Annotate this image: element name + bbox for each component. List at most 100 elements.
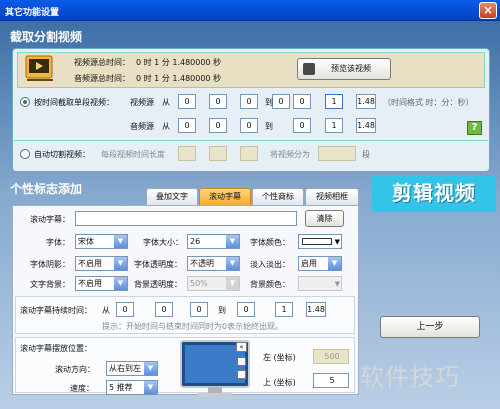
video-from-h[interactable]: 0 <box>178 94 196 109</box>
font-color-picker[interactable]: ▼ <box>298 234 342 249</box>
video-src-label: 视频源 <box>130 98 154 107</box>
dur-from-h[interactable]: 0 <box>116 302 134 317</box>
dur-from-s[interactable]: 0 <box>190 302 208 317</box>
auto-cut-label: 自动切割视频： <box>34 150 90 159</box>
video-to-label: 到 <box>265 98 273 107</box>
duration-hint: 提示：开始时间与结束时间同时为0表示始终出现。 <box>102 322 284 331</box>
video-to-m[interactable]: 1 <box>325 94 343 109</box>
chevron-down-icon: ▼ <box>328 257 341 270</box>
title-bar: 其它功能设置 × <box>0 0 500 21</box>
preview-video-button[interactable]: 预览该视频 <box>297 58 391 80</box>
radio-time-cut[interactable] <box>20 97 30 107</box>
video-file-icon <box>25 55 55 81</box>
collapse-icon[interactable]: « <box>236 342 247 352</box>
chevron-down-icon: ▼ <box>334 280 340 288</box>
audio-to-s[interactable]: 1.48 <box>356 118 376 133</box>
video-from-m[interactable]: 0 <box>209 94 227 109</box>
color-swatch <box>302 238 332 245</box>
chevron-down-icon: ▼ <box>144 381 157 394</box>
each-len-s <box>240 146 258 161</box>
each-len-h <box>178 146 196 161</box>
bg-trans-select: 50% ▼ <box>187 276 240 291</box>
tab-logo[interactable]: 个性商标 <box>252 188 304 205</box>
transparency-value: 不透明 <box>190 259 214 268</box>
bg-select[interactable]: 不启用 ▼ <box>75 276 128 291</box>
window-title: 其它功能设置 <box>5 8 60 18</box>
bg-color-picker: ▼ <box>298 276 342 291</box>
shadow-value: 不启用 <box>78 259 102 268</box>
each-len-m <box>209 146 227 161</box>
speed-select[interactable]: 5 推荐 ▼ <box>106 380 158 395</box>
speed-label: 速度： <box>70 384 94 393</box>
duration-label: 滚动字幕持续时间： <box>20 306 92 315</box>
font-select[interactable]: 宋体 ▼ <box>75 234 128 249</box>
watermark-text: 软件技巧 <box>360 363 460 391</box>
video-total-value: 0 时 1 分 1.480000 秒 <box>136 58 222 67</box>
chevron-down-icon: ▼ <box>226 277 239 290</box>
chevron-down-icon: ▼ <box>226 235 239 248</box>
left-coord-label: 左 (坐标) <box>263 353 296 362</box>
film-icon <box>303 63 315 75</box>
audio-from-h[interactable]: 0 <box>178 118 196 133</box>
tab-video-frame[interactable]: 视频相框 <box>305 188 359 205</box>
font-value: 宋体 <box>78 237 94 246</box>
position-checkbox-2[interactable] <box>237 370 246 379</box>
fade-select[interactable]: 启用 ▼ <box>298 256 342 271</box>
section-title-cut: 截取分割视频 <box>10 30 83 44</box>
video-from-s[interactable]: 0 <box>240 94 258 109</box>
position-checkbox-1[interactable] <box>237 357 246 366</box>
bg-trans-value: 50% <box>190 279 208 288</box>
font-color-label: 字体颜色： <box>250 238 290 247</box>
close-button[interactable]: × <box>479 2 497 19</box>
direction-select[interactable]: 从右到左 ▼ <box>106 361 158 376</box>
transparency-select[interactable]: 不透明 ▼ <box>187 256 240 271</box>
audio-total-label: 音频源总时间： <box>74 74 130 83</box>
direction-value: 从右到左 <box>109 364 141 373</box>
shadow-select[interactable]: 不启用 ▼ <box>75 256 128 271</box>
tab-scroll-subtitle[interactable]: 滚动字幕 <box>199 188 251 205</box>
previous-button[interactable]: 上一步 <box>380 316 480 338</box>
left-coord-input: 500 <box>313 349 349 364</box>
audio-to-h[interactable]: 0 <box>293 118 311 133</box>
section-title-logo: 个性标志添加 <box>10 182 83 196</box>
dur-from-label: 从 <box>102 306 110 315</box>
top-coord-label: 上 (坐标) <box>263 378 296 387</box>
dur-to-m[interactable]: 1 <box>275 302 293 317</box>
segment-count-input <box>318 146 356 161</box>
video-from-ms[interactable]: 0 <box>272 94 290 109</box>
fade-label: 淡入淡出： <box>250 260 290 269</box>
transparency-label: 字体透明度： <box>134 260 182 269</box>
chevron-down-icon: ▼ <box>114 257 127 270</box>
help-icon[interactable]: ? <box>467 121 482 135</box>
bg-trans-label: 背景透明度： <box>134 280 182 289</box>
radio-auto-cut[interactable] <box>20 149 30 159</box>
audio-from-m[interactable]: 0 <box>209 118 227 133</box>
subtitle-label: 滚动字幕： <box>30 215 70 224</box>
font-size-select[interactable]: 26 ▼ <box>187 234 240 249</box>
bg-label: 文字背景： <box>30 280 70 289</box>
top-coord-input[interactable]: 5 <box>313 373 349 388</box>
video-to-s[interactable]: 1.48 <box>356 94 376 109</box>
audio-total-value: 0 时 1 分 1.480000 秒 <box>136 74 222 83</box>
shadow-label: 字体阴影： <box>30 260 70 269</box>
clear-button[interactable]: 清除 <box>305 210 344 227</box>
panel-divider <box>14 140 488 141</box>
audio-from-label: 从 <box>162 122 170 131</box>
dur-to-h[interactable]: 0 <box>237 302 255 317</box>
audio-from-s[interactable]: 0 <box>240 118 258 133</box>
fade-value: 启用 <box>301 259 317 268</box>
each-len-label: 每段视频时间长度 <box>101 150 165 159</box>
bg-value: 不启用 <box>78 279 102 288</box>
position-label: 滚动字幕摆放位置： <box>20 344 92 353</box>
segment-unit: 段 <box>362 150 370 159</box>
tab-overlay-text[interactable]: 叠加文字 <box>146 188 198 205</box>
video-total-label: 视频源总时间： <box>74 58 130 67</box>
video-to-h[interactable]: 0 <box>293 94 311 109</box>
dur-to-label: 到 <box>218 306 226 315</box>
subtitle-text-input[interactable] <box>75 211 297 226</box>
audio-to-m[interactable]: 1 <box>325 118 343 133</box>
dur-to-s[interactable]: 1.48 <box>306 302 326 317</box>
direction-label: 滚动方向： <box>55 365 95 374</box>
dur-from-m[interactable]: 0 <box>155 302 173 317</box>
bg-color-label: 背景颜色： <box>250 280 290 289</box>
